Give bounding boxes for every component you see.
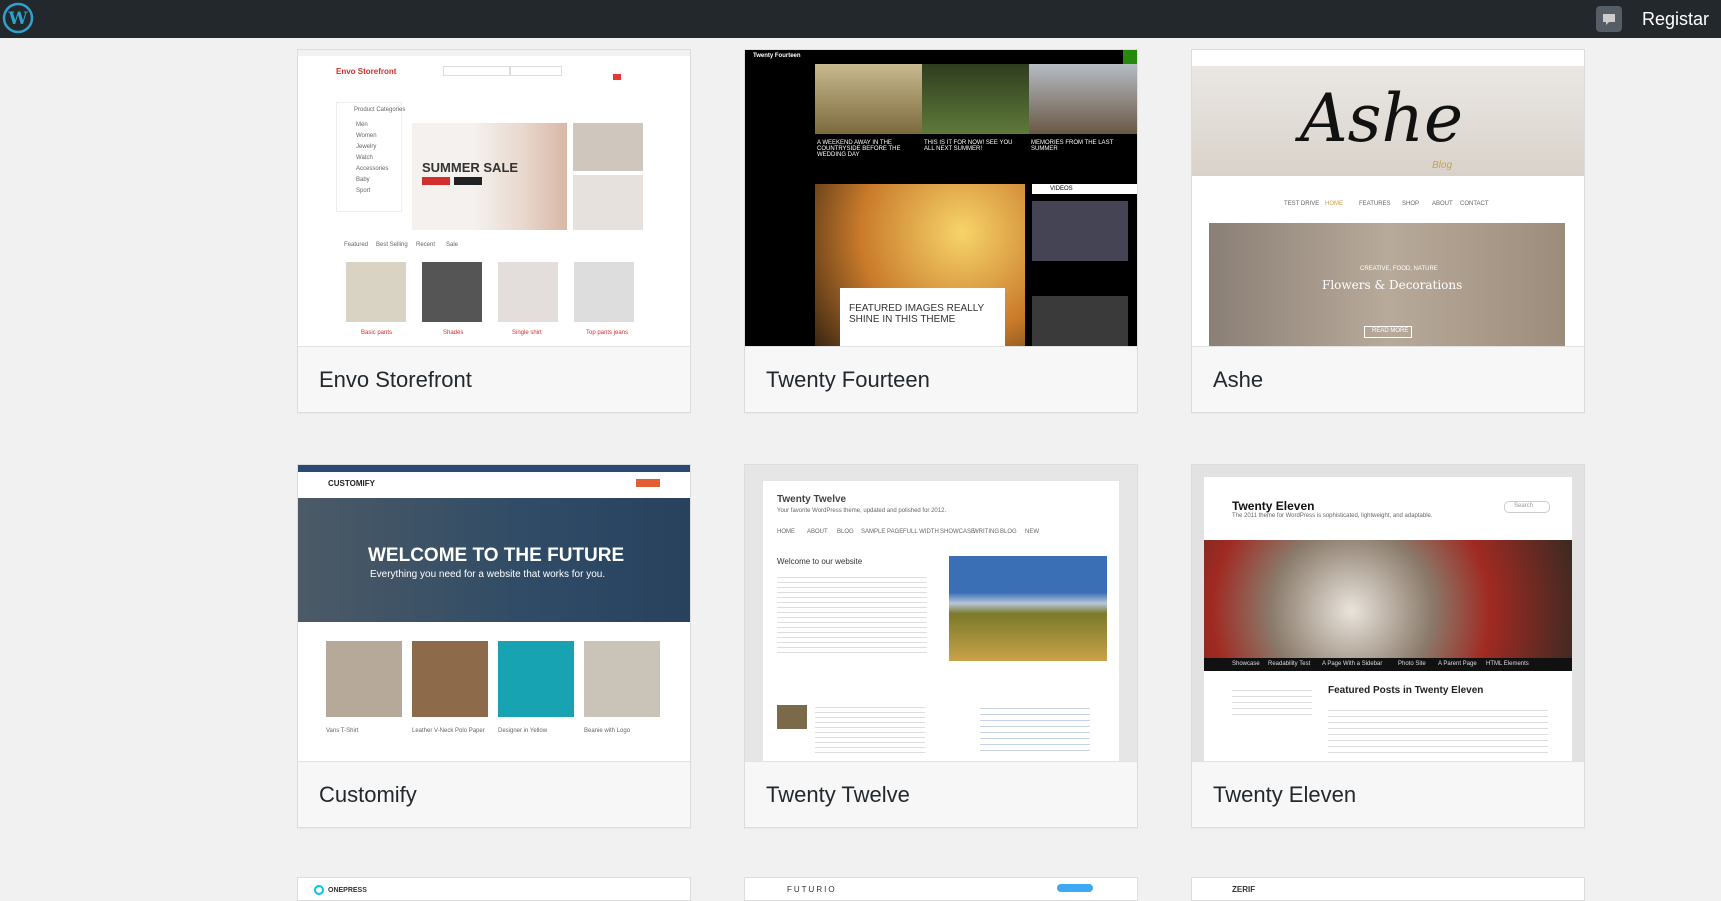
theme-card-ashe[interactable]: Ashe Blog TEST DRIVE HOME FEATURES SHOP … <box>1191 49 1585 413</box>
onepress-logo-icon <box>314 885 324 895</box>
svg-text:W: W <box>7 9 28 29</box>
theme-name: Envo Storefront <box>298 346 690 412</box>
theme-screenshot: Twenty Twelve Your favorite WordPress th… <box>745 465 1137 761</box>
register-link[interactable]: Registar <box>1642 9 1709 30</box>
theme-name: Twenty Fourteen <box>745 346 1137 412</box>
theme-card-customify[interactable]: CUSTOMIFY WELCOME TO THE FUTURE Everythi… <box>297 464 691 828</box>
theme-card-twenty-fourteen[interactable]: Twenty Fourteen A WEEKEND AWAY IN THE CO… <box>744 49 1138 413</box>
theme-card-futurio[interactable]: FUTURIO <box>744 877 1138 901</box>
theme-screenshot: Twenty Fourteen A WEEKEND AWAY IN THE CO… <box>745 50 1137 346</box>
wordpress-logo-icon[interactable]: W <box>2 2 34 34</box>
theme-screenshot: Twenty Eleven The 2011 theme for WordPre… <box>1192 465 1584 761</box>
theme-card-twenty-twelve[interactable]: Twenty Twelve Your favorite WordPress th… <box>744 464 1138 828</box>
theme-card-onepress[interactable]: ONEPRESS <box>297 877 691 901</box>
theme-card-envo-storefront[interactable]: Envo Storefront Product Categories Men W… <box>297 49 691 413</box>
theme-name: Twenty Twelve <box>745 761 1137 827</box>
theme-name: Customify <box>298 761 690 827</box>
theme-name: Ashe <box>1192 346 1584 412</box>
theme-name: Twenty Eleven <box>1192 761 1584 827</box>
comment-bubble-icon[interactable] <box>1595 6 1622 32</box>
theme-screenshot: Envo Storefront Product Categories Men W… <box>298 50 690 346</box>
theme-screenshot: CUSTOMIFY WELCOME TO THE FUTURE Everythi… <box>298 465 690 761</box>
theme-card-twenty-eleven[interactable]: Twenty Eleven The 2011 theme for WordPre… <box>1191 464 1585 828</box>
theme-screenshot: Ashe Blog TEST DRIVE HOME FEATURES SHOP … <box>1192 50 1584 346</box>
admin-bar: W Registar <box>0 0 1721 38</box>
theme-card-zerif[interactable]: ZERIF <box>1191 877 1585 901</box>
